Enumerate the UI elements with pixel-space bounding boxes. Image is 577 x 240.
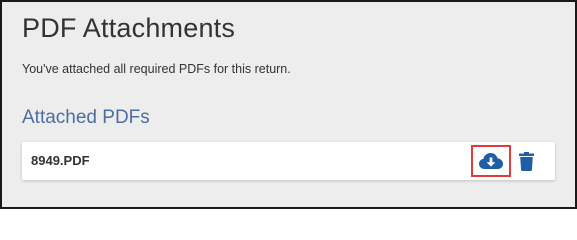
download-button[interactable] [471,145,511,177]
delete-button[interactable] [516,149,536,173]
attached-pdfs-heading: Attached PDFs [22,107,150,128]
trash-icon [518,151,534,171]
page-subtitle: You've attached all required PDFs for th… [22,62,291,76]
cloud-download-icon [478,152,504,170]
file-name: 8949.PDF [31,153,90,168]
attachment-row: 8949.PDF [22,142,555,180]
page-title: PDF Attachments [22,13,236,43]
pdf-attachments-panel: PDF Attachments You've attached all requ… [0,0,577,209]
